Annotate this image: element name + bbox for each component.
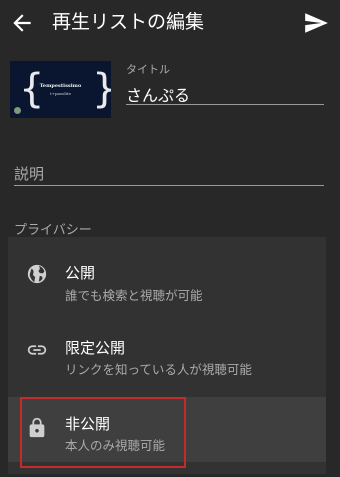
privacy-option-description: リンクを知っている人が視聴可能 <box>65 362 252 377</box>
app-bar: 再生リストの編集 <box>0 0 340 46</box>
link-icon <box>27 345 47 355</box>
brace-right: } <box>92 67 111 111</box>
brace-left: { <box>19 66 45 112</box>
playlist-thumbnail[interactable]: { } Tempestissimo t+pazolite <box>10 61 111 118</box>
privacy-option-description: 本人のみ視聴可能 <box>65 438 166 453</box>
description-field-underline <box>14 185 324 186</box>
description-field-input[interactable]: 説明 <box>14 163 44 184</box>
privacy-option-name: 非公開 <box>65 415 111 433</box>
privacy-option-public[interactable]: 公開 誰でも検索と視聴が可能 <box>8 255 326 315</box>
lock-icon <box>29 417 45 438</box>
privacy-option-description: 誰でも検索と視聴が可能 <box>65 288 203 303</box>
page-title: 再生リストの編集 <box>52 11 205 33</box>
privacy-option-unlisted[interactable]: 限定公開 リンクを知っている人が視聴可能 <box>8 331 326 391</box>
thumbnail-badge-icon <box>14 107 21 114</box>
privacy-option-private[interactable]: 非公開 本人のみ視聴可能 <box>8 397 326 462</box>
send-icon[interactable] <box>303 10 329 36</box>
privacy-option-name: 公開 <box>65 264 96 282</box>
globe-icon <box>27 264 47 284</box>
privacy-menu: 公開 誰でも検索と視聴が可能 限定公開 リンクを知っている人が視聴可能 非公開 … <box>8 237 326 474</box>
thumbnail-title: Tempestissimo <box>39 83 82 89</box>
arrow-left-icon[interactable] <box>9 10 35 36</box>
title-field-underline <box>126 104 324 105</box>
title-field-input[interactable]: さんぷる <box>126 82 190 106</box>
privacy-option-name: 限定公開 <box>65 339 126 357</box>
privacy-label: プライバシー <box>14 223 92 238</box>
title-field-label: タイトル <box>126 63 170 76</box>
thumbnail-subtitle: t+pazolite <box>50 91 71 96</box>
